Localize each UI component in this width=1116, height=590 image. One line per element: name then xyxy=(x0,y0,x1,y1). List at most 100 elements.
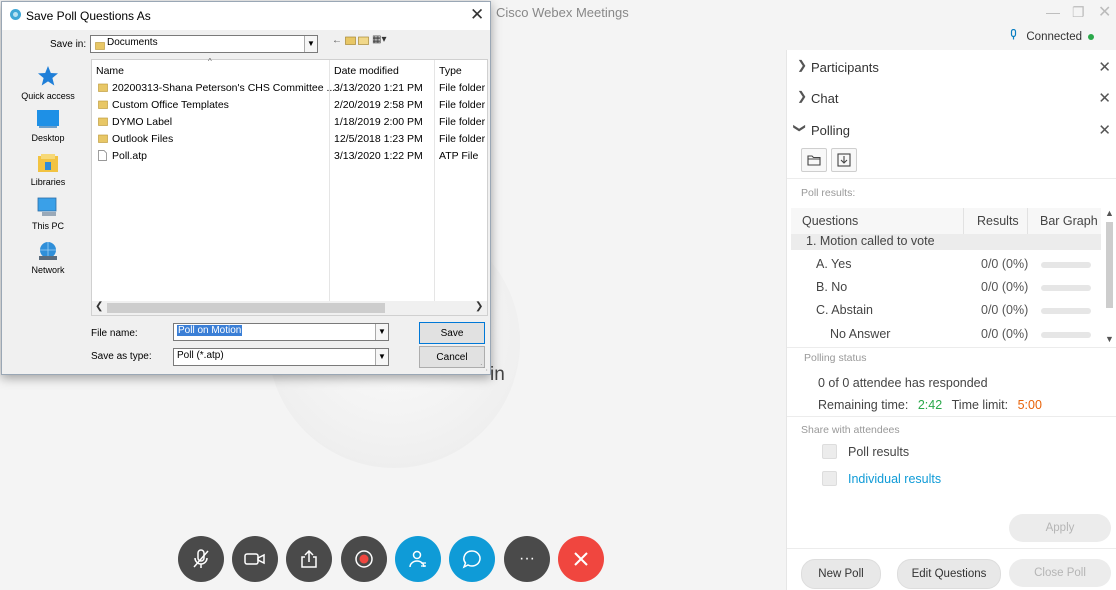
folder-icon xyxy=(807,155,821,166)
answer-row: A. Yes 0/0 (0%) xyxy=(791,254,1101,276)
file-row[interactable]: DYMO Label 1/18/2019 2:00 PM File folder xyxy=(92,114,487,131)
folder-icon xyxy=(98,100,108,112)
divider xyxy=(787,416,1116,417)
scroll-down-icon[interactable]: ▼ xyxy=(1105,334,1114,344)
place-label: Network xyxy=(31,265,65,275)
new-folder-icon[interactable] xyxy=(358,34,369,48)
share-with-attendees-label: Share with attendees xyxy=(801,424,900,436)
back-icon[interactable]: ← xyxy=(332,35,342,46)
horizontal-scrollbar[interactable]: ❮ ❯ xyxy=(92,301,487,315)
view-menu-icon[interactable]: ▦▾ xyxy=(372,34,386,45)
close-window-icon[interactable]: ✕ xyxy=(1098,2,1111,22)
answer-result: 0/0 (0%) xyxy=(981,280,1029,294)
side-panel: ❯ Participants ✕ ❯ Chat ✕ ❯ Polling ✕ Po… xyxy=(786,50,1116,590)
chat-button[interactable] xyxy=(449,536,495,582)
folder-icon xyxy=(98,117,108,129)
computer-icon xyxy=(6,197,90,219)
responded-count: 0 of 0 attendee has responded xyxy=(818,376,988,390)
close-chat-icon[interactable]: ✕ xyxy=(1098,89,1111,107)
results-table-header: Questions Results Bar Graph xyxy=(791,208,1101,234)
chevron-down-icon[interactable]: ▼ xyxy=(375,324,388,340)
connection-status[interactable]: Connected xyxy=(1010,28,1094,43)
save-as-type-dropdown[interactable]: Poll (*.atp) ▼ xyxy=(173,348,389,366)
up-folder-icon[interactable] xyxy=(345,34,356,48)
individual-results-checkbox[interactable] xyxy=(822,471,837,486)
scroll-left-icon[interactable]: ❮ xyxy=(95,301,103,312)
file-name-input[interactable]: Poll on Motion ▼ xyxy=(173,323,389,341)
chevron-down-icon[interactable]: ▼ xyxy=(375,349,388,365)
more-icon: ··· xyxy=(519,550,535,567)
file-name: Outlook Files xyxy=(112,133,174,145)
dialog-body: Save in: Documents ▼ ← ▦▾ Quick access D… xyxy=(2,30,490,374)
place-libraries[interactable]: Libraries xyxy=(6,153,90,187)
results-scrollbar[interactable]: ▲ ▼ xyxy=(1103,208,1115,348)
resize-grip-icon[interactable]: ⋱ xyxy=(480,363,488,372)
file-row[interactable]: Poll.atp 3/13/2020 1:22 PM ATP File xyxy=(92,148,487,165)
close-poll-button[interactable]: Close Poll xyxy=(1009,559,1111,587)
question-row[interactable]: 1. Motion called to vote xyxy=(791,234,1101,250)
leave-meeting-button[interactable] xyxy=(558,536,604,582)
time-status: Remaining time: 2:42 Time limit: 5:00 xyxy=(818,398,1042,412)
more-options-button[interactable]: ··· xyxy=(504,536,550,582)
time-limit-value: 5:00 xyxy=(1017,398,1042,412)
audio-connected-icon xyxy=(1010,28,1020,43)
scrollbar-thumb[interactable] xyxy=(107,303,385,313)
libraries-icon xyxy=(6,153,90,175)
chat-section-header[interactable]: ❯ Chat ✕ xyxy=(787,83,1116,111)
file-row[interactable]: Custom Office Templates 2/20/2019 2:58 P… xyxy=(92,97,487,114)
cancel-button[interactable]: Cancel xyxy=(419,346,485,368)
poll-results-option-label: Poll results xyxy=(848,445,910,459)
file-name-label: File name: xyxy=(91,328,138,339)
file-icon xyxy=(98,150,107,164)
open-poll-button[interactable] xyxy=(801,148,827,172)
sort-indicator-icon: ^ xyxy=(208,57,212,66)
save-in-dropdown[interactable]: Documents ▼ xyxy=(90,35,318,53)
col-questions: Questions xyxy=(802,214,859,228)
file-row[interactable]: Outlook Files 12/5/2018 1:23 PM File fol… xyxy=(92,131,487,148)
apply-button[interactable]: Apply xyxy=(1009,514,1111,542)
col-bar-graph: Bar Graph xyxy=(1040,214,1098,228)
mute-button[interactable] xyxy=(178,536,224,582)
column-header-date[interactable]: Date modified xyxy=(334,65,399,77)
file-date: 2/20/2019 2:58 PM xyxy=(334,99,423,111)
microphone-muted-icon xyxy=(193,549,209,568)
chevron-down-icon[interactable]: ▼ xyxy=(304,36,317,52)
file-row[interactable]: 20200313-Shana Peterson's CHS Committee … xyxy=(92,80,487,97)
video-camera-icon xyxy=(244,553,265,565)
edit-questions-button[interactable]: Edit Questions xyxy=(897,559,1001,589)
save-poll-button[interactable] xyxy=(831,148,857,172)
dialog-title: Save Poll Questions As xyxy=(26,9,151,23)
save-button[interactable]: Save xyxy=(419,322,485,344)
restore-icon[interactable]: ❐ xyxy=(1072,4,1085,21)
scrollbar-thumb[interactable] xyxy=(1106,222,1113,308)
divider xyxy=(787,548,1116,549)
column-header-name[interactable]: Name xyxy=(96,65,124,77)
record-button[interactable] xyxy=(341,536,387,582)
polling-section-header[interactable]: ❯ Polling ✕ xyxy=(787,115,1116,143)
scroll-right-icon[interactable]: ❯ xyxy=(475,301,483,312)
desktop-icon xyxy=(6,109,90,131)
remaining-time-value: 2:42 xyxy=(917,398,943,412)
chevron-right-icon: ❯ xyxy=(797,89,808,103)
new-poll-button[interactable]: New Poll xyxy=(801,559,881,589)
poll-results-label: Poll results: xyxy=(801,187,856,199)
place-network[interactable]: Network xyxy=(6,241,90,275)
video-button[interactable] xyxy=(232,536,278,582)
save-poll-dialog: Save Poll Questions As ✕ Save in: Docume… xyxy=(1,1,491,375)
close-polling-icon[interactable]: ✕ xyxy=(1098,121,1111,139)
share-content-button[interactable] xyxy=(286,536,332,582)
chat-section-label: Chat xyxy=(811,91,839,106)
minimize-icon[interactable]: — xyxy=(1046,4,1060,20)
participants-button[interactable] xyxy=(395,536,441,582)
place-quick-access[interactable]: Quick access xyxy=(6,65,90,101)
poll-results-checkbox[interactable] xyxy=(822,444,837,459)
close-participants-icon[interactable]: ✕ xyxy=(1098,58,1111,76)
scroll-up-icon[interactable]: ▲ xyxy=(1105,208,1114,218)
save-as-type-value: Poll (*.atp) xyxy=(177,350,224,361)
place-this-pc[interactable]: This PC xyxy=(6,197,90,231)
place-desktop[interactable]: Desktop xyxy=(6,109,90,143)
participants-section-header[interactable]: ❯ Participants ✕ xyxy=(787,52,1116,80)
column-header-type[interactable]: Type xyxy=(439,65,462,77)
file-type: ATP File xyxy=(439,150,479,162)
close-icon[interactable]: ✕ xyxy=(470,5,484,25)
